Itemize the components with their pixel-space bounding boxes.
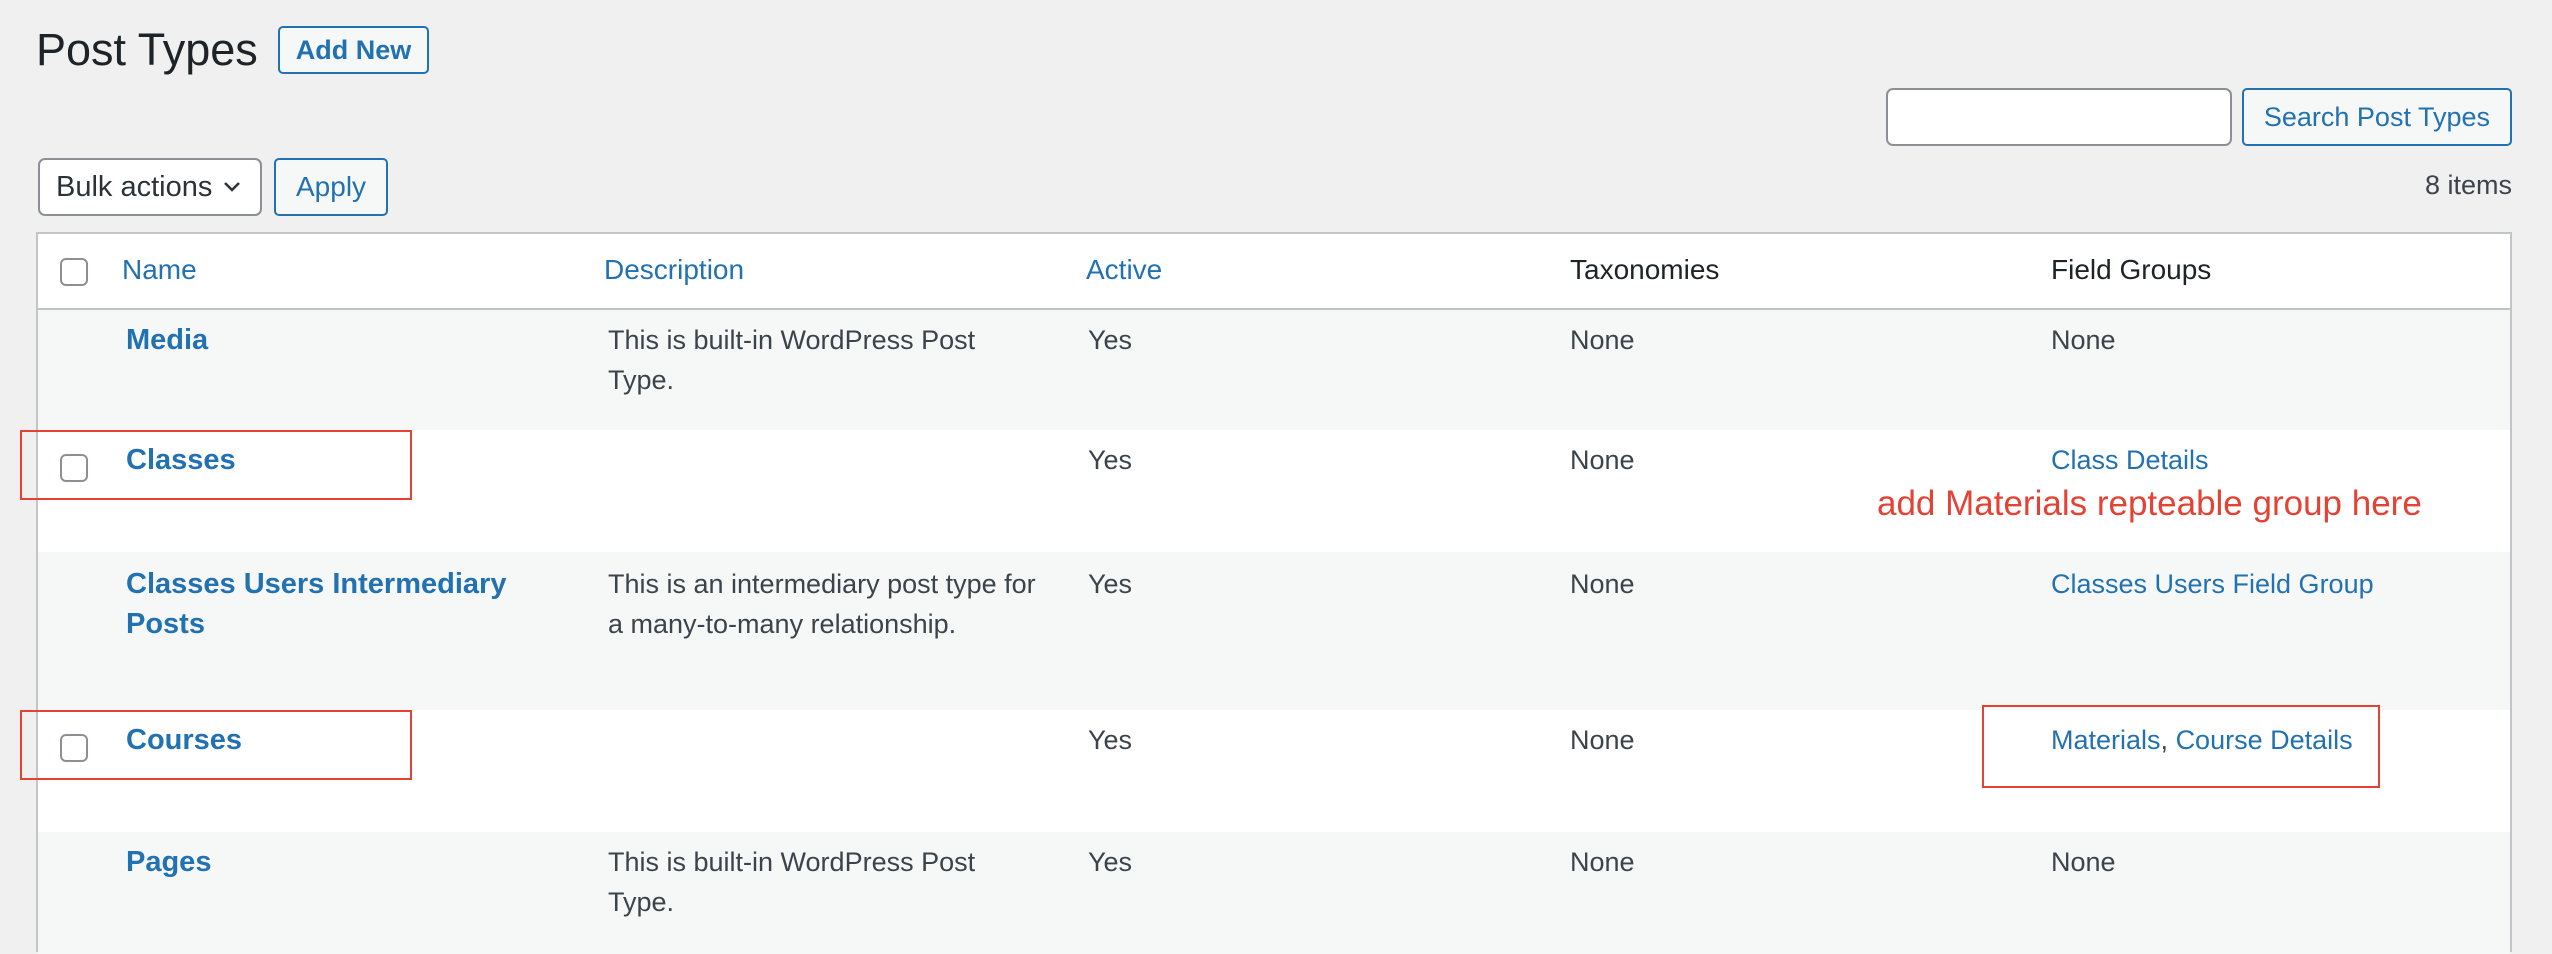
description-line: Type. — [608, 887, 675, 917]
table-row: Classes Users Intermediary Posts This is… — [38, 552, 2510, 710]
row-taxonomies: None — [1570, 847, 1635, 877]
row-field-groups: None — [2051, 847, 2116, 877]
row-taxonomies: None — [1570, 445, 1635, 475]
name-line: Posts — [126, 608, 205, 640]
search-post-types-button[interactable]: Search Post Types — [2241, 88, 2512, 146]
column-description[interactable]: Description — [604, 254, 744, 286]
apply-button[interactable]: Apply — [274, 158, 389, 216]
row-description: This is an intermediary post type for a … — [608, 564, 1036, 644]
row-taxonomies: None — [1570, 569, 1635, 599]
search-box: Search Post Types — [1885, 88, 2512, 146]
row-taxonomies: None — [1570, 725, 1635, 755]
row-active: Yes — [1088, 325, 1133, 355]
description-line: a many-to-many relationship. — [608, 609, 957, 639]
item-count: 8 items — [2424, 170, 2512, 200]
row-field-groups: None — [2051, 325, 2116, 355]
bulk-actions-select[interactable]: Bulk actions — [38, 158, 262, 216]
add-new-button[interactable]: Add New — [277, 26, 430, 74]
name-line: Classes Users Intermediary — [126, 568, 507, 600]
row-description: This is built-in WordPress Post Type. — [608, 320, 975, 400]
annotation-box-classes — [20, 430, 412, 500]
page-title: Post Types — [36, 24, 258, 75]
row-active: Yes — [1088, 847, 1133, 877]
chevron-down-icon — [224, 182, 240, 192]
column-name[interactable]: Name — [122, 254, 197, 286]
post-types-table: Name Description Active Taxonomies Field… — [36, 232, 2512, 954]
field-group-link[interactable]: Class Details — [2051, 440, 2209, 480]
row-description: This is built-in WordPress Post Type. — [608, 842, 975, 922]
row-taxonomies: None — [1570, 325, 1635, 355]
row-active: Yes — [1088, 569, 1133, 599]
page-heading: Post Types Add New — [36, 20, 430, 80]
description-line: Type. — [608, 365, 675, 395]
description-line: This is an intermediary post type for — [608, 569, 1036, 599]
description-line: This is built-in WordPress Post — [608, 325, 976, 355]
table-row: Pages This is built-in WordPress Post Ty… — [38, 832, 2510, 954]
row-name-classes-users[interactable]: Classes Users Intermediary Posts — [126, 564, 506, 644]
description-line: This is built-in WordPress Post — [608, 847, 976, 877]
column-taxonomies: Taxonomies — [1570, 254, 1720, 285]
row-name-pages[interactable]: Pages — [126, 842, 211, 882]
column-field-groups: Field Groups — [2051, 254, 2212, 285]
row-active: Yes — [1088, 445, 1133, 475]
field-group-link[interactable]: Classes Users Field Group — [2051, 564, 2374, 604]
bulk-actions-selected: Bulk actions — [56, 170, 213, 203]
annotation-box-courses — [20, 710, 412, 780]
search-input[interactable] — [1885, 88, 2232, 146]
row-name-media[interactable]: Media — [126, 320, 208, 360]
table-header: Name Description Active Taxonomies Field… — [38, 234, 2510, 310]
annotation-box-field-groups — [1982, 705, 2380, 788]
table-row: Media This is built-in WordPress Post Ty… — [38, 310, 2510, 430]
column-active[interactable]: Active — [1086, 254, 1162, 286]
select-all-checkbox[interactable] — [60, 258, 88, 286]
row-active: Yes — [1088, 725, 1133, 755]
annotation-note: add Materials repteable group here — [1877, 484, 2422, 523]
bulk-actions-bar: Bulk actions Apply — [38, 158, 389, 216]
